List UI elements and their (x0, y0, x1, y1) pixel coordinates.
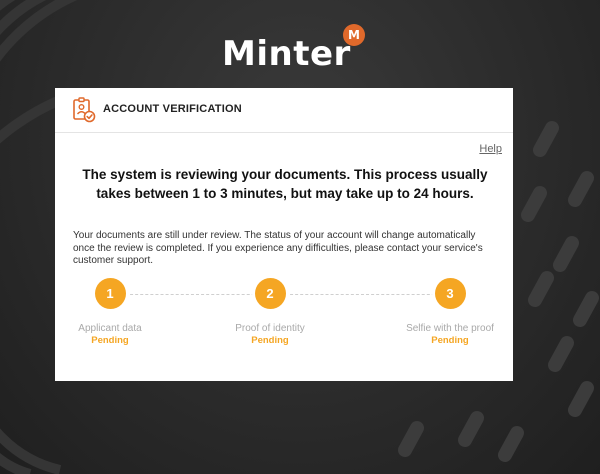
step-label: Selfie with the proof (406, 323, 494, 334)
brand-name: Minter (222, 34, 351, 74)
step-label: Applicant data (78, 323, 142, 334)
step-label: Proof of identity (235, 323, 305, 334)
verification-steps: 1 Applicant data Pending 2 Proof of iden… (55, 278, 513, 348)
card-header: ACCOUNT VERIFICATION (55, 88, 513, 133)
step-number: 3 (434, 278, 466, 309)
brand-badge: M (343, 24, 365, 46)
step-number: 2 (254, 278, 286, 309)
verification-card: ACCOUNT VERIFICATION Help The system is … (55, 88, 513, 381)
brand-logo: Minter M (222, 24, 365, 76)
step-number: 1 (94, 278, 126, 309)
review-headline: The system is reviewing your documents. … (82, 167, 488, 201)
step-status: Pending (91, 335, 129, 346)
step-status: Pending (251, 335, 289, 346)
id-card-check-icon (73, 97, 96, 123)
step-proof-of-identity: 2 Proof of identity Pending (200, 278, 340, 346)
step-status: Pending (431, 335, 469, 346)
step-selfie-with-proof: 3 Selfie with the proof Pending (380, 278, 520, 346)
card-title: ACCOUNT VERIFICATION (103, 103, 242, 115)
help-link[interactable]: Help (479, 143, 502, 155)
review-description: Your documents are still under review. T… (73, 230, 483, 266)
step-applicant-data: 1 Applicant data Pending (40, 278, 180, 346)
